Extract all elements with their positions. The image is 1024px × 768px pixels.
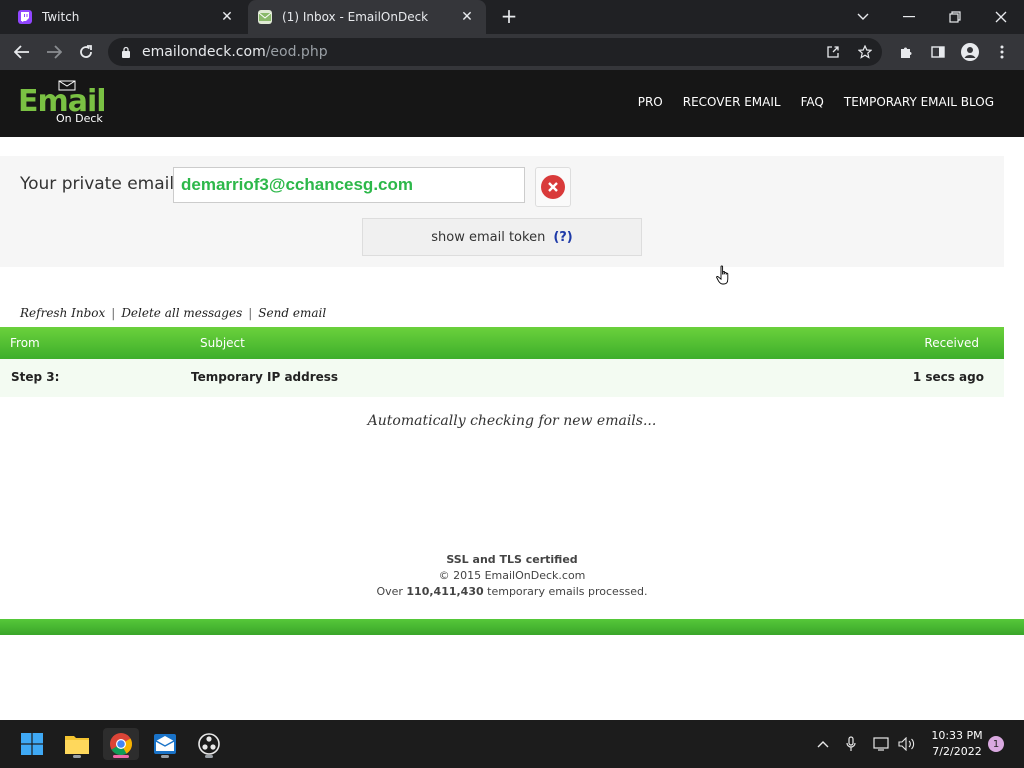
row-from: Step 3:: [11, 370, 60, 384]
processed-prefix: Over: [376, 585, 403, 598]
address-bar[interactable]: emailondeck.com/eod.php: [108, 38, 882, 66]
site-footer: SSL and TLS certified © 2015 EmailOnDeck…: [0, 552, 1024, 600]
copyright-text: © 2015 EmailOnDeck.com: [438, 569, 586, 582]
obs-studio-icon[interactable]: [191, 728, 227, 760]
back-arrow-icon[interactable]: [8, 38, 36, 66]
chevron-up-icon[interactable]: [813, 734, 833, 754]
delete-all-messages-link[interactable]: Delete all messages: [121, 306, 242, 320]
processed-count: 110,411,430: [406, 585, 484, 598]
show-email-token-label: show email token: [431, 229, 546, 245]
nav-pro[interactable]: PRO: [638, 95, 663, 109]
site-header: Email On Deck PRO RECOVER EMAIL FAQ TEMP…: [0, 70, 1024, 137]
processed-suffix: temporary emails processed.: [487, 585, 648, 598]
browser-menu-icon[interactable]: [988, 38, 1016, 66]
browser-toolbar: emailondeck.com/eod.php: [0, 34, 1024, 70]
chrome-icon[interactable]: [103, 728, 139, 760]
nav-faq[interactable]: FAQ: [801, 95, 824, 109]
column-received: Received: [924, 336, 979, 350]
column-from: From: [10, 336, 40, 350]
column-subject: Subject: [200, 336, 245, 350]
twitch-icon: [18, 10, 32, 24]
start-windows-icon[interactable]: [14, 728, 50, 760]
clock-date: 7/2/2022: [932, 745, 982, 758]
lock-icon[interactable]: [120, 45, 132, 59]
nav-recover-email[interactable]: RECOVER EMAIL: [683, 95, 781, 109]
inbox-table-header: From Subject Received: [0, 327, 1004, 359]
row-received: 1 secs ago: [912, 370, 984, 384]
show-email-token-button[interactable]: show email token (?): [362, 218, 642, 256]
mail-app-icon[interactable]: [147, 728, 183, 760]
emailondeck-logo[interactable]: Email On Deck: [18, 80, 110, 130]
taskbar-clock[interactable]: 10:33 PM 7/2/2022: [924, 728, 990, 760]
private-email-panel: Your private email demarriof3@cchancesg.…: [0, 156, 1004, 267]
extensions-puzzle-icon[interactable]: [892, 38, 920, 66]
clock-time: 10:33 PM: [931, 729, 983, 742]
notification-badge[interactable]: 1: [988, 736, 1004, 752]
token-help-link[interactable]: (?): [553, 230, 572, 245]
row-subject: Temporary IP address: [191, 370, 339, 384]
share-icon[interactable]: [822, 42, 844, 62]
network-icon[interactable]: [872, 734, 892, 754]
file-explorer-icon[interactable]: [59, 728, 95, 760]
minimize-icon[interactable]: [886, 0, 932, 34]
inbox-actions: Refresh Inbox | Delete all messages | Se…: [20, 306, 326, 320]
nav-temporary-email-blog[interactable]: TEMPORARY EMAIL BLOG: [844, 95, 994, 109]
emailondeck-favicon: [258, 10, 272, 24]
reload-icon[interactable]: [72, 38, 100, 66]
tab-emailondeck[interactable]: (1) Inbox - EmailOnDeck ✕: [248, 0, 486, 34]
browser-tab-bar: Twitch ✕ (1) Inbox - EmailOnDeck ✕ +: [0, 0, 1024, 34]
new-tab-icon[interactable]: +: [498, 6, 520, 28]
volume-icon[interactable]: [897, 734, 917, 754]
url-host: emailondeck.com: [142, 44, 266, 60]
side-panel-icon[interactable]: [924, 38, 952, 66]
tab-title: (1) Inbox - EmailOnDeck: [282, 10, 429, 24]
refresh-inbox-link[interactable]: Refresh Inbox: [20, 306, 105, 320]
logo-ondeck-text: On Deck: [56, 112, 103, 125]
close-icon[interactable]: ✕: [218, 8, 236, 26]
url-path: /eod.php: [265, 44, 328, 60]
table-row[interactable]: Step 3: Temporary IP address 1 secs ago: [0, 359, 1004, 397]
tab-twitch[interactable]: Twitch ✕: [8, 0, 246, 34]
processed-count-line: Over 110,411,430 temporary emails proces…: [0, 584, 1024, 600]
tab-search-chevron-icon[interactable]: [840, 0, 886, 34]
window-close-icon[interactable]: [978, 0, 1024, 34]
tab-title: Twitch: [42, 10, 80, 24]
footer-green-bar: [0, 619, 1024, 635]
site-nav: PRO RECOVER EMAIL FAQ TEMPORARY EMAIL BL…: [638, 95, 994, 109]
profile-avatar-icon[interactable]: [956, 38, 984, 66]
send-email-link[interactable]: Send email: [258, 306, 326, 320]
hand-cursor-icon: [716, 265, 729, 285]
private-email-field[interactable]: demarriof3@cchancesg.com: [173, 167, 525, 203]
separator: |: [111, 306, 116, 320]
restore-icon[interactable]: [932, 0, 978, 34]
private-email-label: Your private email: [20, 174, 175, 194]
close-icon[interactable]: ✕: [458, 8, 476, 26]
forward-arrow-icon[interactable]: [40, 38, 68, 66]
ssl-certified-text: SSL and TLS certified: [446, 553, 578, 566]
auto-check-status: Automatically checking for new emails...: [367, 413, 657, 429]
separator: |: [248, 306, 253, 320]
bookmark-star-icon[interactable]: [854, 42, 876, 62]
windows-taskbar: 10:33 PM 7/2/2022 1: [0, 720, 1024, 768]
delete-email-button[interactable]: [535, 167, 571, 207]
close-circle-icon: [541, 175, 565, 199]
microphone-icon[interactable]: [841, 734, 861, 754]
